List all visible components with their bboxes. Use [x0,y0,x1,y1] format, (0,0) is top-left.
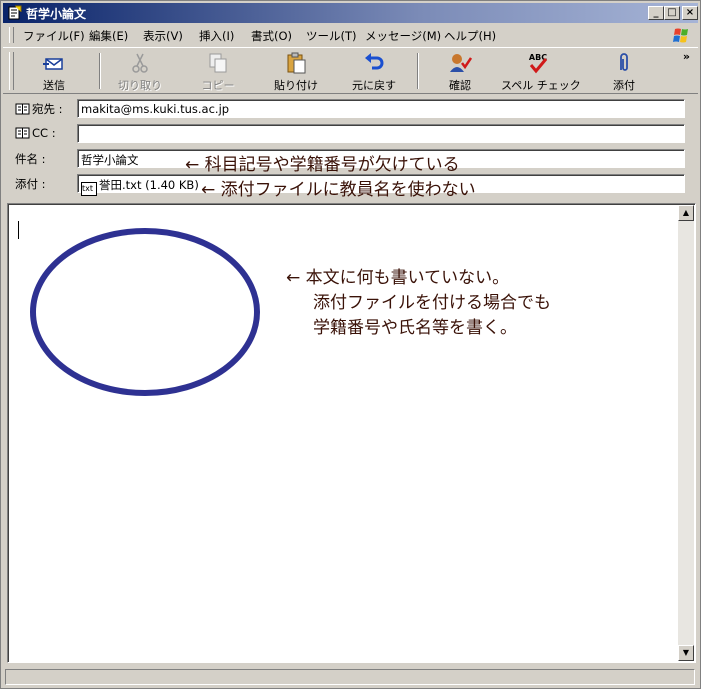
to-value: makita@ms.kuki.tus.ac.jp [81,102,230,116]
title-bar[interactable]: 哲学小論文 _ □ × [3,3,698,23]
empty-body-highlight-ellipse [30,228,260,396]
subject-value: 哲学小論文 [81,153,139,167]
spell-check-label: スペル チェック [501,79,581,92]
minimize-button[interactable]: _ [648,6,664,20]
vertical-scrollbar[interactable]: ▲ ▼ [678,205,694,661]
text-file-icon: txt [81,182,97,196]
copy-label: コピー [201,79,235,92]
to-label-text: 宛先 : [32,102,63,116]
status-pane [5,669,695,685]
body-annotation-line-2: 添付ファイルを付ける場合でも [313,293,551,313]
undo-button[interactable]: 元に戻す [337,50,411,92]
cc-label[interactable]: CC : [15,126,56,140]
send-button[interactable]: 送信 [17,50,91,92]
scroll-up-button[interactable]: ▲ [678,205,694,221]
menu-view[interactable]: 表示(V) [143,28,183,44]
spell-check-icon: ABC [529,53,547,74]
menu-edit[interactable]: 編集(E) [89,28,128,44]
menu-bar: ファイル(F) 編集(E) 表示(V) 挿入(I) 書式(O) ツール(T) メ… [3,24,698,46]
undo-label: 元に戻す [352,79,396,92]
menu-file[interactable]: ファイル(F) [23,28,85,44]
check-names-label: 確認 [449,79,471,92]
text-caret [18,221,19,239]
copy-button[interactable]: コピー [181,50,255,92]
paste-label: 貼り付け [274,79,318,92]
spell-check-button[interactable]: ABC スペル チェック [501,50,581,92]
cut-label: 切り取り [118,79,162,92]
maximize-button[interactable]: □ [664,6,680,20]
attachment-item[interactable]: txt 誉田.txt (1.40 KB) [81,177,199,196]
compose-window: 哲学小論文 _ □ × ファイル(F) 編集(E) 表示(V) 挿入(I) 書式… [0,0,701,689]
menu-format[interactable]: 書式(O) [251,28,292,44]
attach-label: 添付 [613,79,635,92]
scroll-down-button[interactable]: ▼ [678,645,694,661]
close-button[interactable]: × [682,6,698,20]
toolbar: 送信 切り取り コピー 貼り付け 元に戻す 確認 ABC スペル チェック 添付… [3,47,698,94]
window-title: 哲学小論文 [26,7,87,21]
send-label: 送信 [43,79,65,92]
windows-logo-icon [673,28,688,43]
cc-field[interactable] [77,124,685,143]
menu-grip[interactable] [9,27,14,43]
attach-field-label: 添付 : [15,177,46,191]
attachment-name: 誉田.txt (1.40 KB) [99,178,199,192]
menu-insert[interactable]: 挿入(I) [199,28,234,44]
cc-label-text: CC : [32,126,56,140]
to-label[interactable]: 宛先 : [15,101,63,117]
scissors-icon [132,53,148,73]
message-app-icon [8,5,22,20]
subject-label: 件名 : [15,152,46,166]
attach-button[interactable]: 添付 [587,50,661,92]
check-names-button[interactable]: 確認 [423,50,497,92]
menu-tools[interactable]: ツール(T) [306,28,357,44]
check-names-icon [450,54,472,72]
body-annotation: ← 本文に何も書いていない。 添付ファイルを付ける場合でも 学籍番号や氏名等を書… [286,266,551,341]
toolbar-separator [417,53,419,89]
copy-icon [209,53,227,73]
subject-annotation: ← 科目記号や学籍番号が欠けている [185,155,460,175]
attachment-annotation: ← 添付ファイルに教員名を使わない [201,180,476,200]
menu-help[interactable]: ヘルプ(H) [444,28,496,44]
undo-icon [365,53,384,70]
address-book-icon [15,127,30,139]
to-field[interactable]: makita@ms.kuki.tus.ac.jp [77,99,685,118]
toolbar-overflow-chevron[interactable]: » [683,50,690,63]
menu-message[interactable]: メッセージ(M) [365,28,441,44]
cut-button[interactable]: 切り取り [103,50,177,92]
address-book-icon [15,103,30,115]
body-annotation-line-1: ← 本文に何も書いていない。 [286,268,510,288]
status-bar [3,667,698,687]
toolbar-separator [99,53,101,89]
send-icon [43,58,63,70]
paperclip-icon [620,53,628,71]
paste-button[interactable]: 貼り付け [259,50,333,92]
toolbar-grip[interactable] [9,52,14,90]
body-annotation-line-3: 学籍番号や氏名等を書く。 [313,318,517,338]
paste-icon [287,52,306,74]
